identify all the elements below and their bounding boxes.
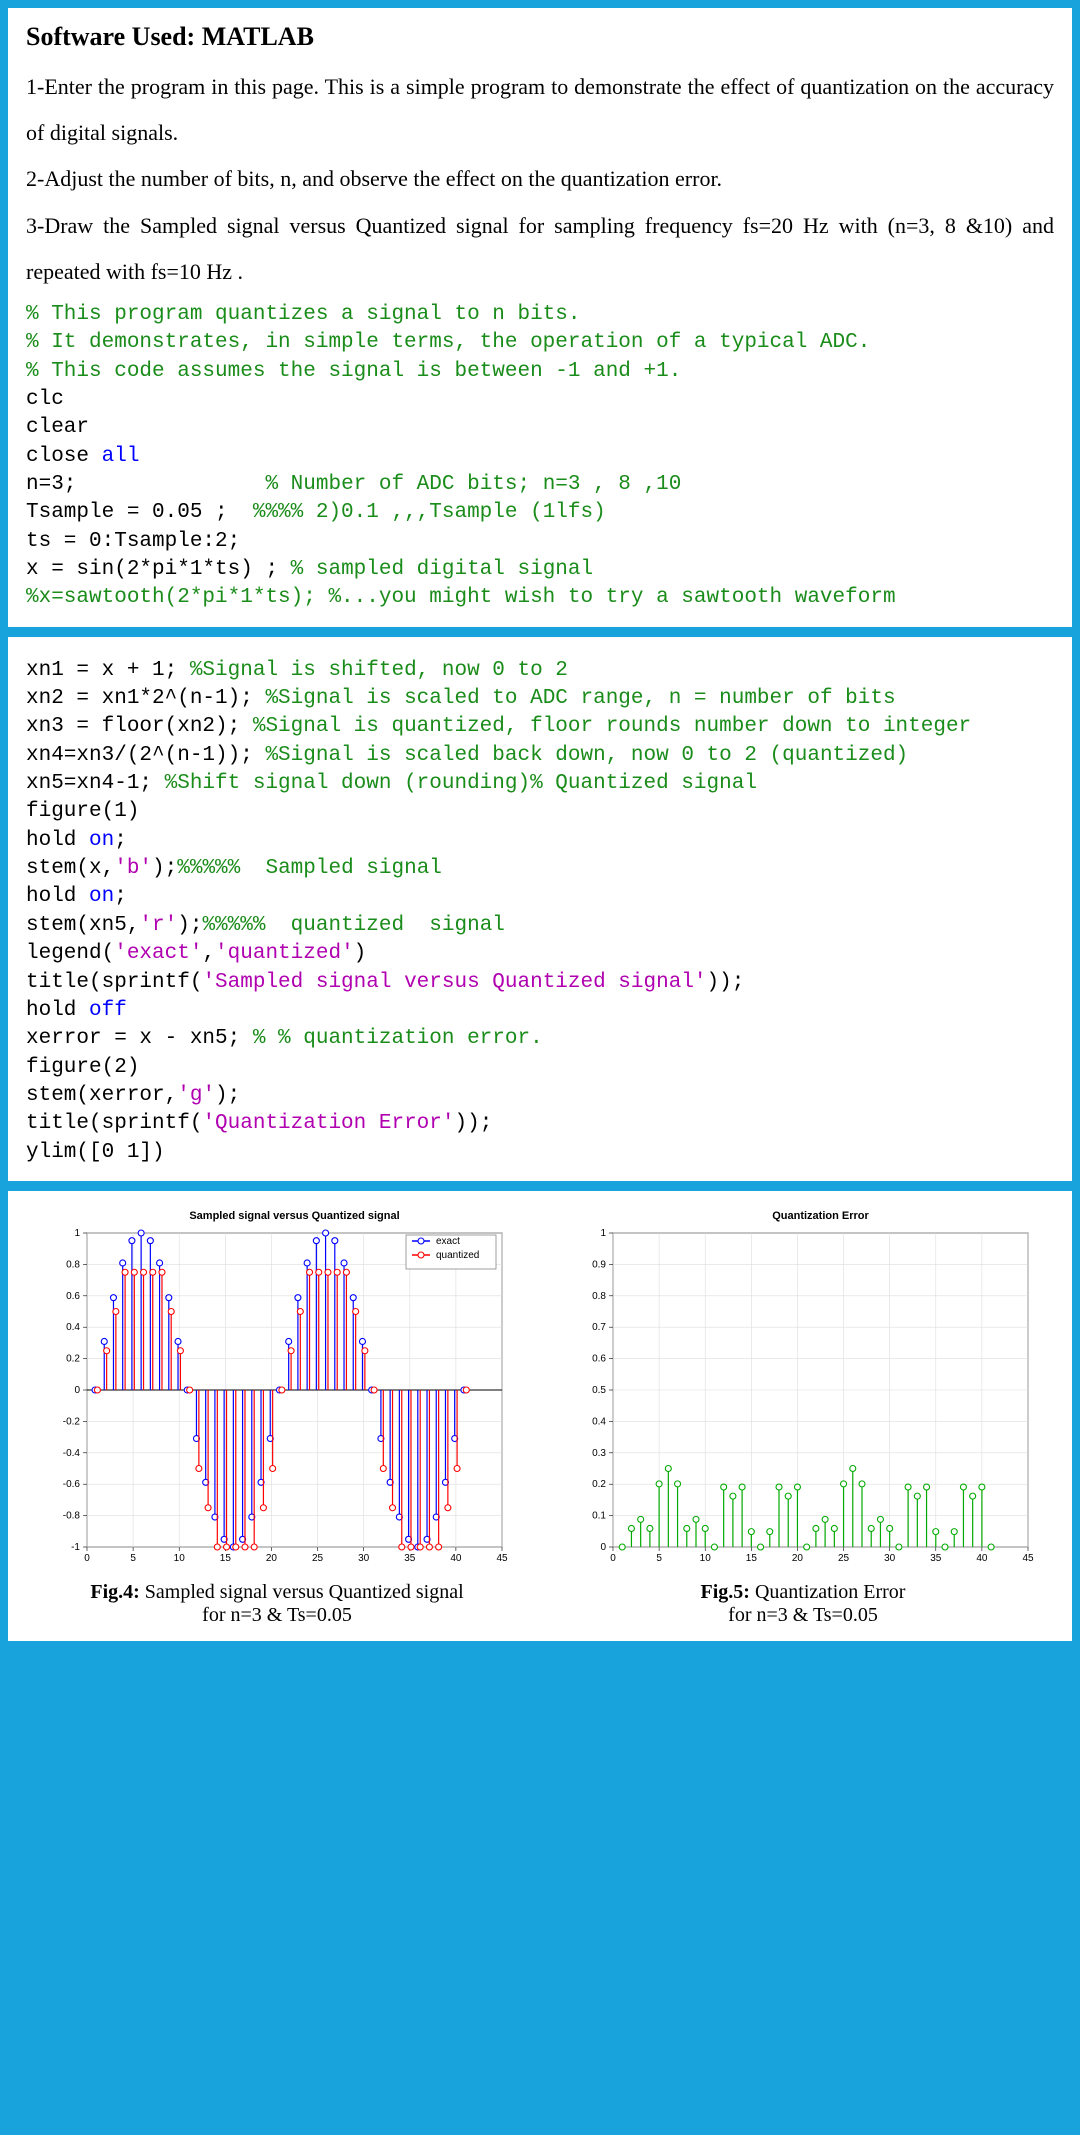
- svg-text:0.3: 0.3: [592, 1448, 606, 1459]
- svg-text:Sampled signal versus Quantize: Sampled signal versus Quantized signal: [189, 1210, 399, 1222]
- panel-intro: Software Used: MATLAB 1-Enter the progra…: [6, 6, 1074, 629]
- chart-fig5: Quantization Error 0 5 10 15 20 25 30 35 40 45 0 0.1…: [563, 1205, 1043, 1575]
- svg-text:40: 40: [450, 1553, 462, 1564]
- svg-text:0.9: 0.9: [592, 1259, 606, 1270]
- svg-text:quantized: quantized: [436, 1250, 479, 1261]
- svg-text:0: 0: [610, 1553, 616, 1564]
- figure-5-box: Quantization Error 0 5 10 15 20 25 30 35 40 45 0 0.1…: [552, 1205, 1054, 1627]
- svg-text:40: 40: [976, 1553, 988, 1564]
- svg-text:0.6: 0.6: [592, 1354, 606, 1365]
- svg-text:0.8: 0.8: [66, 1259, 80, 1270]
- svg-text:0.5: 0.5: [592, 1385, 606, 1396]
- svg-text:35: 35: [930, 1553, 942, 1564]
- svg-text:0: 0: [84, 1553, 90, 1564]
- code-block-2: xn1 = x + 1; %Signal is shifted, now 0 t…: [26, 657, 1054, 1167]
- svg-text:5: 5: [656, 1553, 662, 1564]
- svg-text:20: 20: [266, 1553, 278, 1564]
- instruction-2: 2-Adjust the number of bits, n, and obse…: [26, 156, 1054, 202]
- svg-text:45: 45: [1022, 1553, 1034, 1564]
- panel-figures: Sampled signal versus Quantized signal 0 5…: [6, 1189, 1074, 1643]
- svg-text:Quantization Error: Quantization Error: [772, 1210, 869, 1222]
- svg-text:1: 1: [74, 1228, 80, 1239]
- svg-text:0.4: 0.4: [592, 1416, 606, 1427]
- svg-text:-1: -1: [71, 1542, 80, 1553]
- code-block-1: % This program quantizes a signal to n b…: [26, 301, 1054, 613]
- svg-text:-0.8: -0.8: [63, 1511, 81, 1522]
- svg-text:-0.2: -0.2: [63, 1416, 81, 1427]
- svg-text:0.4: 0.4: [66, 1322, 80, 1333]
- panel-code2: xn1 = x + 1; %Signal is shifted, now 0 t…: [6, 635, 1074, 1183]
- chart-fig4: Sampled signal versus Quantized signal 0 5…: [37, 1205, 517, 1575]
- svg-text:exact: exact: [436, 1236, 460, 1247]
- svg-text:20: 20: [792, 1553, 804, 1564]
- svg-text:25: 25: [838, 1553, 850, 1564]
- svg-text:0.6: 0.6: [66, 1291, 80, 1302]
- svg-text:0.7: 0.7: [592, 1322, 606, 1333]
- svg-text:45: 45: [496, 1553, 508, 1564]
- svg-text:0.2: 0.2: [66, 1354, 80, 1365]
- svg-text:0: 0: [600, 1542, 606, 1553]
- svg-text:15: 15: [746, 1553, 758, 1564]
- svg-text:0.1: 0.1: [592, 1511, 606, 1522]
- svg-text:0.2: 0.2: [592, 1479, 606, 1490]
- svg-text:30: 30: [358, 1553, 370, 1564]
- svg-text:10: 10: [700, 1553, 712, 1564]
- figure-4-box: Sampled signal versus Quantized signal 0 5…: [26, 1205, 528, 1627]
- svg-text:1: 1: [600, 1228, 606, 1239]
- svg-text:30: 30: [884, 1553, 896, 1564]
- instruction-1: 1-Enter the program in this page. This i…: [26, 64, 1054, 156]
- svg-text:-0.6: -0.6: [63, 1479, 81, 1490]
- svg-text:0: 0: [74, 1385, 80, 1396]
- svg-text:35: 35: [404, 1553, 416, 1564]
- svg-text:10: 10: [174, 1553, 186, 1564]
- svg-text:15: 15: [220, 1553, 232, 1564]
- svg-text:25: 25: [312, 1553, 324, 1564]
- instructions: 1-Enter the program in this page. This i…: [26, 64, 1054, 295]
- svg-text:0.8: 0.8: [592, 1291, 606, 1302]
- fig5-caption: Fig.5: Quantization Error for n=3 & Ts=0…: [552, 1581, 1054, 1627]
- svg-text:-0.4: -0.4: [63, 1448, 81, 1459]
- software-title: Software Used: MATLAB: [26, 22, 1054, 52]
- svg-text:5: 5: [130, 1553, 136, 1564]
- instruction-3: 3-Draw the Sampled signal versus Quantiz…: [26, 203, 1054, 295]
- fig4-caption: Fig.4: Sampled signal versus Quantized s…: [26, 1581, 528, 1627]
